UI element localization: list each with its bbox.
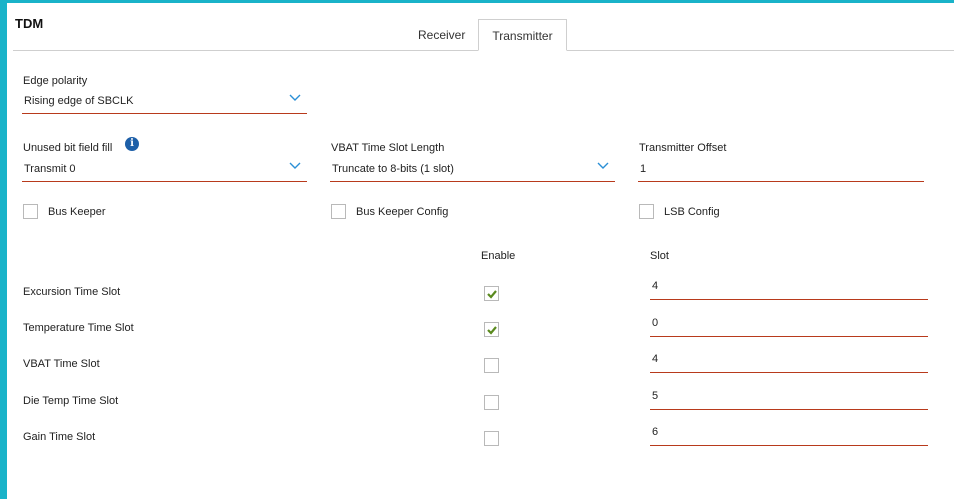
chevron-down-icon — [289, 162, 301, 169]
vbat-length-select[interactable]: Truncate to 8-bits (1 slot) — [330, 160, 615, 182]
info-icon[interactable]: i — [125, 137, 139, 151]
page-title: TDM — [15, 16, 44, 31]
unused-fill-select[interactable]: Transmit 0 — [22, 160, 307, 182]
tab-transmitter[interactable]: Transmitter — [478, 19, 567, 51]
bus-keeper-config-label: Bus Keeper Config — [356, 206, 449, 218]
gain-slot-value: 6 — [652, 426, 659, 438]
edge-polarity-label: Edge polarity — [23, 75, 88, 87]
enable-column-header: Enable — [481, 250, 516, 262]
vbat-slot-value: 4 — [652, 353, 659, 365]
gain-slot-label: Gain Time Slot — [23, 431, 96, 443]
excursion-slot-value: 4 — [652, 280, 659, 292]
tx-offset-value: 1 — [640, 163, 647, 175]
excursion-slot-label: Excursion Time Slot — [23, 286, 121, 298]
die-temp-slot-value: 5 — [652, 390, 659, 402]
tab-receiver[interactable]: Receiver — [405, 19, 478, 51]
bus-keeper-config-checkbox[interactable] — [331, 204, 346, 219]
edge-polarity-select[interactable]: Rising edge of SBCLK — [22, 92, 307, 114]
temperature-slot-value: 0 — [652, 317, 659, 329]
chevron-down-icon — [289, 94, 301, 101]
vbat-slot-input[interactable]: 4 — [650, 351, 928, 373]
lsb-config-label: LSB Config — [664, 206, 720, 218]
checkmark-icon — [487, 326, 497, 335]
bus-keeper-label: Bus Keeper — [48, 206, 106, 218]
excursion-enable-checkbox[interactable] — [484, 286, 499, 301]
gain-enable-checkbox[interactable] — [484, 431, 499, 446]
die-temp-slot-input[interactable]: 5 — [650, 388, 928, 410]
vbat-enable-checkbox[interactable] — [484, 358, 499, 373]
die-temp-enable-checkbox[interactable] — [484, 395, 499, 410]
lsb-config-checkbox[interactable] — [639, 204, 654, 219]
vbat-slot-label: VBAT Time Slot — [23, 358, 100, 370]
checkmark-icon — [487, 290, 497, 299]
gain-slot-input[interactable]: 6 — [650, 424, 928, 446]
slot-column-header: Slot — [650, 250, 669, 262]
bus-keeper-checkbox[interactable] — [23, 204, 38, 219]
temperature-enable-checkbox[interactable] — [484, 322, 499, 337]
excursion-slot-input[interactable]: 4 — [650, 278, 928, 300]
tx-offset-input[interactable]: 1 — [638, 160, 924, 182]
vbat-length-label: VBAT Time Slot Length — [331, 142, 445, 154]
unused-fill-label: Unused bit field fill — [23, 142, 113, 154]
unused-fill-value: Transmit 0 — [24, 163, 76, 175]
vbat-length-value: Truncate to 8-bits (1 slot) — [332, 163, 454, 175]
temperature-slot-label: Temperature Time Slot — [23, 322, 134, 334]
tx-offset-label: Transmitter Offset — [639, 142, 727, 154]
temperature-slot-input[interactable]: 0 — [650, 315, 928, 337]
tab-bar: Receiver Transmitter — [405, 19, 567, 51]
die-temp-slot-label: Die Temp Time Slot — [23, 395, 119, 407]
edge-polarity-value: Rising edge of SBCLK — [24, 95, 134, 107]
chevron-down-icon — [597, 162, 609, 169]
